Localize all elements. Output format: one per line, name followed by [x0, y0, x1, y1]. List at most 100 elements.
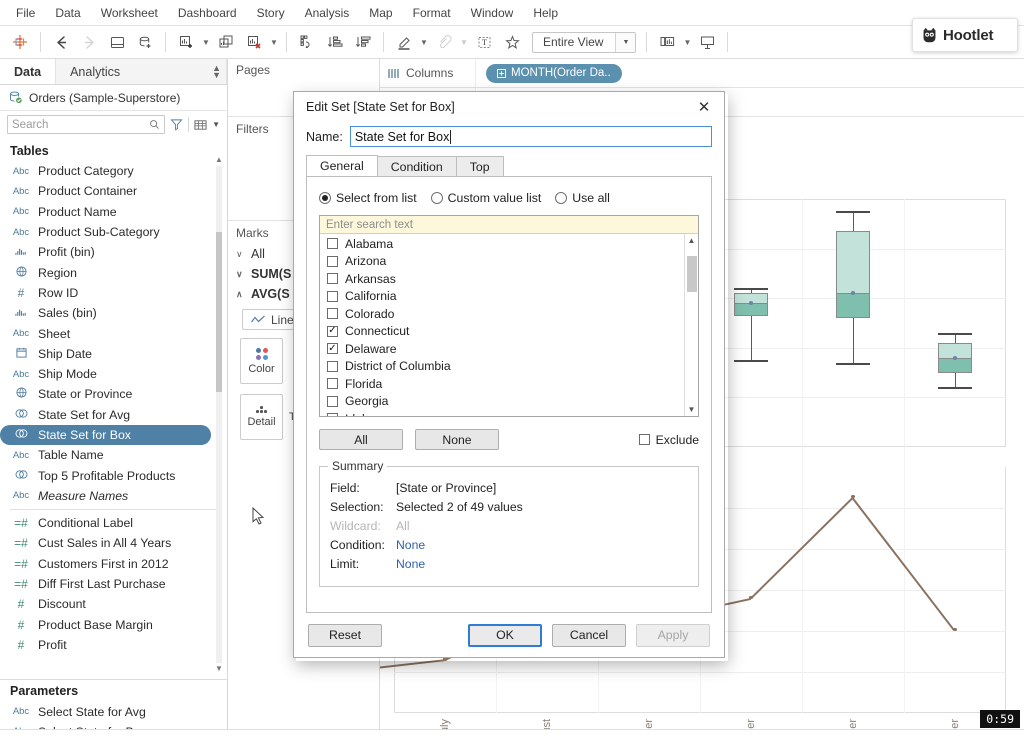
- filter-icon[interactable]: [170, 118, 183, 131]
- item-checkbox[interactable]: [327, 238, 338, 249]
- menu-help[interactable]: Help: [523, 2, 568, 24]
- grid-view-icon[interactable]: [194, 119, 207, 131]
- list-search-input[interactable]: Enter search text: [320, 216, 698, 234]
- tab-general[interactable]: General: [306, 155, 378, 176]
- back-arrow-icon[interactable]: [47, 29, 75, 55]
- duplicate-sheet-icon[interactable]: [212, 29, 240, 55]
- field-product-category[interactable]: AbcProduct Category: [0, 161, 227, 181]
- item-checkbox[interactable]: [327, 256, 338, 267]
- radio-use-all[interactable]: [555, 192, 567, 204]
- item-checkbox[interactable]: [327, 413, 338, 416]
- scroll-down-icon[interactable]: ▼: [685, 403, 698, 416]
- exclude-control[interactable]: Exclude: [639, 433, 699, 447]
- field-row-id[interactable]: #Row ID: [0, 283, 227, 303]
- field-measure-names[interactable]: AbcMeasure Names: [0, 486, 227, 506]
- item-checkbox[interactable]: [327, 291, 338, 302]
- menu-data[interactable]: Data: [45, 2, 90, 24]
- save-icon[interactable]: [103, 29, 131, 55]
- search-input[interactable]: Search: [7, 115, 165, 134]
- new-worksheet-icon[interactable]: [172, 29, 200, 55]
- field-profit-bin[interactable]: Profit (bin): [0, 242, 227, 262]
- sort-ascending-icon[interactable]: [321, 29, 349, 55]
- tab-data[interactable]: Data: [0, 59, 56, 84]
- field-conditional-label[interactable]: =#Conditional Label: [0, 513, 227, 533]
- chevron-down-icon[interactable]: ▼: [615, 33, 635, 52]
- field-sheet[interactable]: AbcSheet: [0, 323, 227, 343]
- item-checkbox[interactable]: [327, 378, 338, 389]
- field-discount[interactable]: #Discount: [0, 594, 227, 614]
- columns-pill-month-order-date[interactable]: MONTH(Order Da..: [486, 64, 622, 83]
- tableau-logo-icon[interactable]: [6, 29, 34, 55]
- scroll-up-icon[interactable]: ▲: [214, 154, 224, 166]
- columns-shelf[interactable]: Columns MONTH(Order Da..: [380, 59, 1024, 88]
- radio-select-from-list[interactable]: [319, 192, 331, 204]
- detail-button[interactable]: Detail: [240, 394, 283, 440]
- show-hide-cards-icon[interactable]: [653, 29, 681, 55]
- exclude-checkbox[interactable]: [639, 434, 650, 445]
- field-product-sub-category[interactable]: AbcProduct Sub-Category: [0, 222, 227, 242]
- tab-top[interactable]: Top: [456, 156, 504, 176]
- field-product-container[interactable]: AbcProduct Container: [0, 181, 227, 201]
- menu-worksheet[interactable]: Worksheet: [91, 2, 168, 24]
- presentation-mode-icon[interactable]: [693, 29, 721, 55]
- radio-custom-value-list[interactable]: [431, 192, 443, 204]
- list-item[interactable]: Georgia: [320, 393, 684, 411]
- summary-value[interactable]: None: [396, 555, 425, 574]
- show-mark-labels-icon[interactable]: T: [470, 29, 498, 55]
- field-state-set-for-box[interactable]: State Set for Box: [0, 425, 211, 445]
- clear-sheet-icon[interactable]: [240, 29, 268, 55]
- forward-arrow-icon[interactable]: [75, 29, 103, 55]
- menu-format[interactable]: Format: [403, 2, 461, 24]
- field-select-state-for-avg[interactable]: AbcSelect State for Avg: [0, 701, 227, 721]
- item-checkbox[interactable]: [327, 396, 338, 407]
- chevron-down-icon[interactable]: ▼: [200, 29, 212, 55]
- field-product-name[interactable]: AbcProduct Name: [0, 202, 227, 222]
- all-button[interactable]: All: [319, 429, 403, 450]
- group-members-icon[interactable]: [430, 29, 458, 55]
- cancel-button[interactable]: Cancel: [552, 624, 626, 647]
- field-diff-first-last-purchase[interactable]: =#Diff First Last Purchase: [0, 574, 227, 594]
- field-top-5-profitable-products[interactable]: Top 5 Profitable Products: [0, 465, 227, 485]
- menu-file[interactable]: File: [6, 2, 45, 24]
- list-item[interactable]: Arizona: [320, 253, 684, 271]
- list-item[interactable]: Florida: [320, 375, 684, 393]
- hootlet-badge[interactable]: Hootlet: [912, 18, 1018, 52]
- menu-dashboard[interactable]: Dashboard: [168, 2, 247, 24]
- none-button[interactable]: None: [415, 429, 499, 450]
- new-data-source-icon[interactable]: [131, 29, 159, 55]
- list-item[interactable]: California: [320, 288, 684, 306]
- list-item[interactable]: Colorado: [320, 305, 684, 323]
- values-scrollbar[interactable]: ▲ ▼: [684, 234, 698, 416]
- close-icon[interactable]: ✕: [690, 95, 718, 119]
- list-item[interactable]: Arkansas: [320, 270, 684, 288]
- list-item[interactable]: Idaho: [320, 410, 684, 416]
- field-state-or-province[interactable]: State or Province: [0, 384, 227, 404]
- scrollbar-thumb[interactable]: [216, 232, 222, 392]
- data-source-row[interactable]: Orders (Sample-Superstore): [0, 85, 227, 111]
- list-item[interactable]: District of Columbia: [320, 358, 684, 376]
- item-checkbox[interactable]: [327, 343, 338, 354]
- menu-analysis[interactable]: Analysis: [295, 2, 360, 24]
- field-profit[interactable]: #Profit: [0, 635, 227, 655]
- set-name-input[interactable]: State Set for Box: [350, 126, 712, 147]
- scroll-down-icon[interactable]: ▼: [214, 663, 224, 675]
- list-item[interactable]: Alabama: [320, 235, 684, 253]
- field-customers-first-in-2012[interactable]: =#Customers First in 2012: [0, 554, 227, 574]
- field-cust-sales-in-all-4-years[interactable]: =#Cust Sales in All 4 Years: [0, 533, 227, 553]
- tab-condition[interactable]: Condition: [377, 156, 457, 176]
- list-item[interactable]: Connecticut: [320, 323, 684, 341]
- item-checkbox[interactable]: [327, 308, 338, 319]
- scrollbar-thumb[interactable]: [687, 256, 697, 292]
- field-product-base-margin[interactable]: #Product Base Margin: [0, 615, 227, 635]
- chevron-down-icon[interactable]: ▼: [458, 29, 470, 55]
- ok-button[interactable]: OK: [468, 624, 542, 647]
- menu-map[interactable]: Map: [359, 2, 402, 24]
- menu-window[interactable]: Window: [461, 2, 524, 24]
- field-ship-date[interactable]: Ship Date: [0, 344, 227, 364]
- field-state-set-for-avg[interactable]: State Set for Avg: [0, 405, 227, 425]
- scroll-up-icon[interactable]: ▲: [685, 234, 698, 247]
- menu-story[interactable]: Story: [247, 2, 295, 24]
- list-item[interactable]: Delaware: [320, 340, 684, 358]
- chevron-down-icon[interactable]: ▼: [681, 29, 693, 55]
- field-sales-bin[interactable]: Sales (bin): [0, 303, 227, 323]
